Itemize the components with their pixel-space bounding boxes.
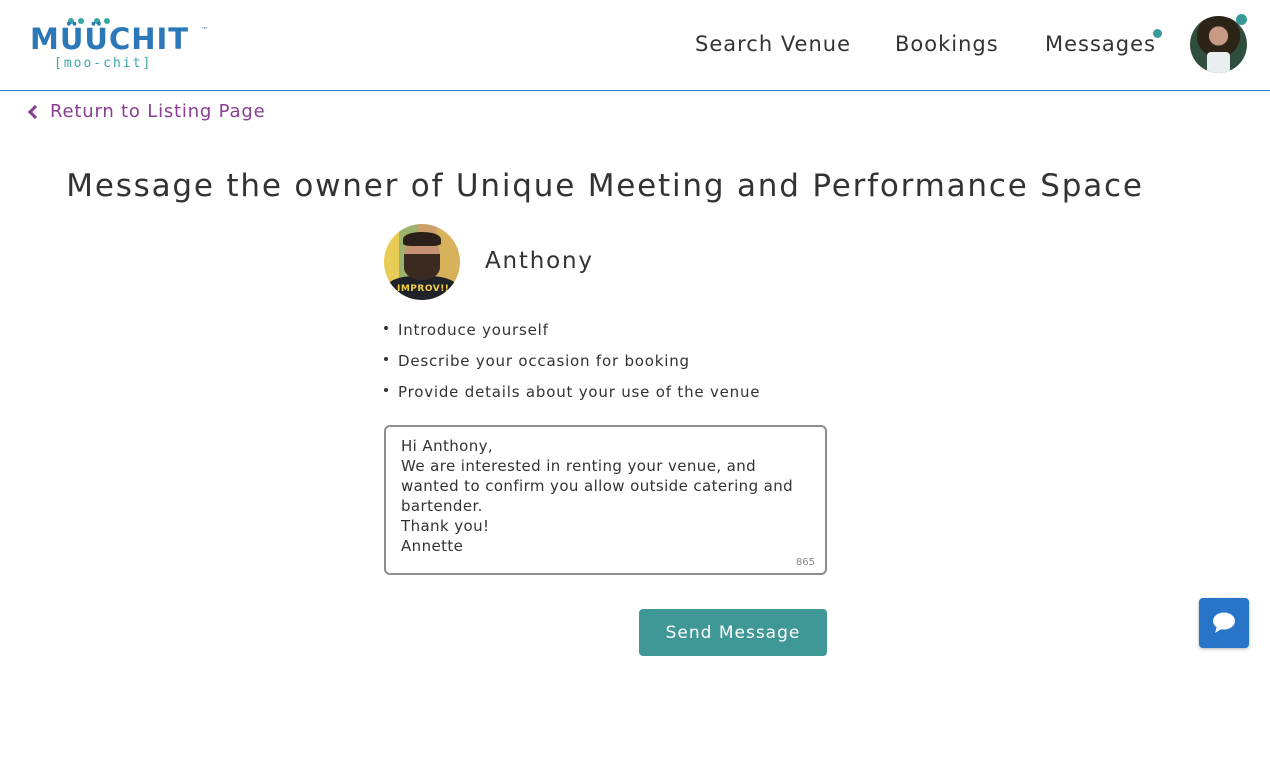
tip-item: Introduce yourself [383,319,760,350]
message-textarea[interactable]: Hi Anthony, We are interested in renting… [401,436,811,560]
chat-bubble-icon [1213,612,1235,633]
send-message-button[interactable]: Send Message [639,609,827,656]
owner-avatar-beard [404,254,440,280]
bullet-icon [384,388,388,392]
return-link-label: Return to Listing Page [50,101,266,122]
page-title: Message the owner of Unique Meeting and … [66,168,1144,204]
avatar-shirt [1207,52,1230,73]
messages-notification-dot [1153,29,1162,38]
chevron-left-icon [27,104,43,119]
bullet-icon [384,326,388,330]
tip-item: Provide details about your use of the ve… [383,381,760,412]
owner-name: Anthony [485,248,594,274]
nav-messages[interactable]: Messages [1045,32,1156,56]
message-tips-list: Introduce yourself Describe your occasio… [383,319,760,412]
owner-avatar-hair [403,232,441,246]
return-to-listing-link[interactable]: Return to Listing Page [26,101,265,122]
online-status-dot [1236,14,1247,25]
nav-search-venue[interactable]: Search Venue [695,32,851,56]
nav-bookings[interactable]: Bookings [895,32,999,56]
top-header: MÜÜCHIT ™ [moo-chit] Search Venue Bookin… [0,0,1270,91]
logo-wordmark: MÜÜCHIT [30,22,190,56]
owner-avatar-shirt-text: IMPROV!! [397,284,450,294]
bullet-icon [384,357,388,361]
message-box: Hi Anthony, We are interested in renting… [384,425,827,575]
owner-avatar: IMPROV!! [384,224,460,300]
tip-text: Describe your occasion for booking [398,352,690,370]
chat-widget-button[interactable] [1199,598,1249,648]
logo-trademark: ™ [201,26,208,34]
logo-subtitle: [moo-chit] [54,56,153,71]
muuchit-logo[interactable]: MÜÜCHIT ™ [moo-chit] [30,18,210,74]
tip-text: Introduce yourself [398,321,549,339]
tip-text: Provide details about your use of the ve… [398,383,761,401]
tip-item: Describe your occasion for booking [383,350,760,381]
character-count: 865 [795,557,815,568]
